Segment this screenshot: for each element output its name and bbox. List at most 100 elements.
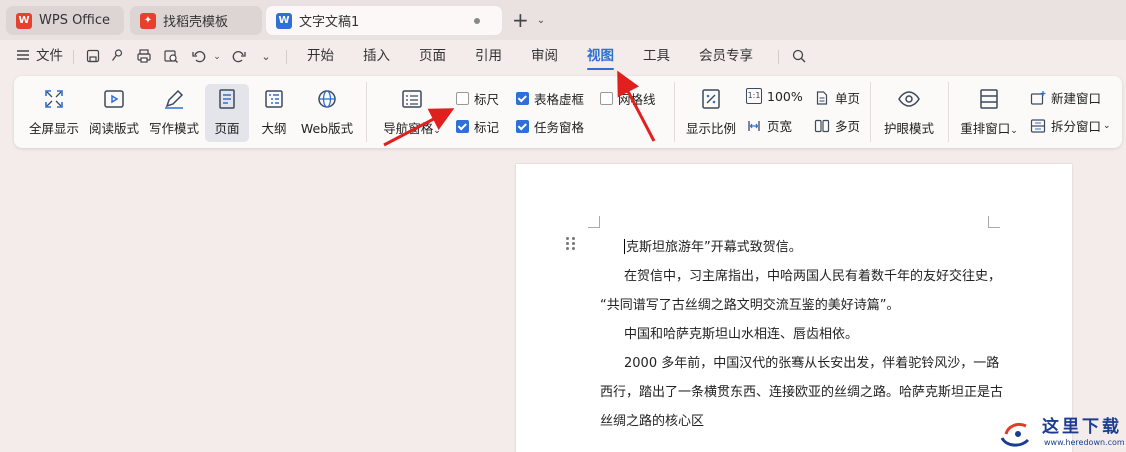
web-layout-button[interactable]: Web版式 <box>298 84 356 142</box>
tab-document-1[interactable]: W 文字文稿1 <box>266 6 502 35</box>
checkbox-label: 表格虚框 <box>534 92 585 107</box>
markup-checkbox[interactable]: 标记 <box>456 117 499 136</box>
new-tab-button[interactable]: + ⌄ <box>512 8 545 32</box>
document-line[interactable]: 丝绸之路的核心区 <box>600 410 704 429</box>
tab-review[interactable]: 审阅 <box>531 46 558 66</box>
tab-tools[interactable]: 工具 <box>643 46 670 66</box>
document-line[interactable]: 2000 多年前，中国汉代的张骞从长安出发，伴着驼铃风沙，一路 <box>624 352 999 371</box>
menu-file[interactable]: 文件 <box>36 46 63 66</box>
tab-home[interactable]: 开始 <box>307 46 334 66</box>
ruler-checkbox[interactable]: 标尺 <box>456 89 499 108</box>
checkbox-box <box>456 92 469 105</box>
zoom-button[interactable]: 显示比例 <box>682 84 740 142</box>
reading-mode-label: 阅读版式 <box>88 121 139 136</box>
tab-member[interactable]: 会员专享 <box>699 46 753 66</box>
rearrange-window-icon <box>980 89 998 109</box>
outline-label: 大纲 <box>261 121 287 136</box>
navigation-pane-icon <box>402 90 422 108</box>
ribbon-divider <box>674 82 675 142</box>
undo-dropdown-chevron-icon[interactable]: ⌄ <box>208 48 226 66</box>
docer-logo-icon: ✦ <box>140 12 156 29</box>
globe-icon <box>318 90 336 108</box>
tab-strip: W WPS Office ✦ 找稻壳模板 W 文字文稿1 + ⌄ <box>0 0 1126 40</box>
watermark-logo-icon <box>1000 422 1030 447</box>
writing-mode-button[interactable]: 写作模式 <box>146 84 202 142</box>
multi-page-label: 多页 <box>835 119 861 134</box>
one-to-one-icon: 1:1 <box>746 88 762 104</box>
tab-wps-office[interactable]: W WPS Office <box>6 6 124 35</box>
zoom-100-button[interactable]: 1:1 100% <box>746 88 803 104</box>
unsaved-dot-icon[interactable] <box>474 18 480 24</box>
hamburger-menu-icon[interactable] <box>14 47 32 65</box>
paragraph-drag-handle-icon[interactable] <box>566 237 576 251</box>
divider <box>73 50 74 64</box>
page-width-label: 页宽 <box>767 119 793 134</box>
save-icon[interactable] <box>84 48 102 66</box>
checkbox-box <box>456 120 469 133</box>
watermark-url: www.heredown.com <box>1044 438 1125 447</box>
checkbox-label: 任务窗格 <box>534 120 585 135</box>
chevron-down-icon: ⌄ <box>433 126 441 136</box>
multi-page-icon <box>814 119 830 132</box>
writer-logo-icon: W <box>276 12 292 29</box>
divider <box>286 50 287 64</box>
split-window-label: 拆分窗口 <box>1051 119 1102 134</box>
document-line[interactable]: 在贺信中，习主席指出，中哈两国人民有着数千年的友好交往史， <box>624 265 1001 284</box>
wps-logo-icon: W <box>16 12 32 29</box>
document-page[interactable]: 克斯坦旅游年”开幕式致贺信。 在贺信中，习主席指出，中哈两国人民有着数千年的友好… <box>516 164 1072 452</box>
redo-icon[interactable] <box>230 48 248 66</box>
navigation-pane-button[interactable]: 导航窗格⌄ <box>376 84 448 142</box>
print-icon[interactable] <box>135 48 153 66</box>
undo-icon[interactable] <box>190 48 208 66</box>
reading-mode-button[interactable]: 阅读版式 <box>86 84 142 142</box>
checkbox-label: 网格线 <box>618 92 656 107</box>
search-icon[interactable] <box>790 48 808 66</box>
tab-page[interactable]: 页面 <box>419 46 446 66</box>
print-preview-icon[interactable] <box>162 48 180 66</box>
multi-page-button[interactable]: 多页 <box>814 116 860 135</box>
view-ribbon: 全屏显示 阅读版式 写作模式 页面 大纲 Web版式 导航窗格⌄ 标尺 表格虚框… <box>14 76 1122 148</box>
document-line[interactable]: 西行，踏出了一条横贯东西、连接欧亚的丝绸之路。哈萨克斯坦正是古 <box>600 381 1003 400</box>
web-layout-label: Web版式 <box>300 121 354 136</box>
new-window-button[interactable]: 新建窗口 <box>1030 88 1101 107</box>
chevron-down-icon[interactable]: ⌄ <box>537 15 545 26</box>
single-page-button[interactable]: 单页 <box>814 88 860 107</box>
more-chevron-icon[interactable]: ⌄ <box>257 48 275 66</box>
task-pane-checkbox[interactable]: 任务窗格 <box>516 117 584 136</box>
table-gridlines-checkbox[interactable]: 表格虚框 <box>516 89 584 108</box>
text-cursor <box>624 239 625 254</box>
chevron-down-icon[interactable]: ⌄ <box>1103 121 1111 131</box>
writing-mode-label: 写作模式 <box>148 121 199 136</box>
split-window-icon <box>1030 118 1046 133</box>
chevron-down-icon: ⌄ <box>1010 126 1018 136</box>
eye-care-mode-button[interactable]: 护眼模式 <box>878 84 940 142</box>
single-page-icon <box>816 90 828 105</box>
tab-label: 文字文稿1 <box>299 15 360 30</box>
page-view-label: 页面 <box>214 121 240 136</box>
page-view-button[interactable]: 页面 <box>205 84 249 142</box>
ribbon-divider <box>870 82 871 142</box>
rearrange-window-button[interactable]: 重排窗口⌄ <box>956 84 1022 142</box>
document-line[interactable]: “共同谱写了古丝绸之路文明交流互鉴的美好诗篇”。 <box>600 294 899 313</box>
zoom-100-label: 100% <box>767 88 803 104</box>
split-window-button[interactable]: 拆分窗口 ⌄ <box>1030 116 1111 135</box>
document-line[interactable]: 中国和哈萨克斯坦山水相连、唇齿相依。 <box>624 323 858 342</box>
gridlines-checkbox[interactable]: 网格线 <box>600 89 656 108</box>
tab-docer-templates[interactable]: ✦ 找稻壳模板 <box>130 6 262 35</box>
menu-bar: 文件 ⌄ ⌄ 开始 插入 页面 引用 审阅 视图 工具 会员专享 <box>0 40 1126 72</box>
fullscreen-label: 全屏显示 <box>28 121 79 136</box>
new-window-icon <box>1030 90 1046 105</box>
tab-references[interactable]: 引用 <box>475 46 502 66</box>
zoom-ratio-icon <box>702 89 720 109</box>
eye-care-mode-label: 护眼模式 <box>883 121 934 136</box>
share-icon[interactable] <box>108 48 126 66</box>
page-width-button[interactable]: 页宽 <box>746 116 792 135</box>
document-line[interactable]: 克斯坦旅游年”开幕式致贺信。 <box>624 236 802 255</box>
tab-view[interactable]: 视图 <box>587 46 614 70</box>
fullscreen-button[interactable]: 全屏显示 <box>26 84 82 142</box>
tab-label: WPS Office <box>39 13 111 28</box>
checkbox-label: 标尺 <box>474 92 500 107</box>
tab-insert[interactable]: 插入 <box>363 46 390 66</box>
site-watermark: 这里下载 www.heredown.com <box>998 408 1125 452</box>
outline-button[interactable]: 大纲 <box>254 84 294 142</box>
